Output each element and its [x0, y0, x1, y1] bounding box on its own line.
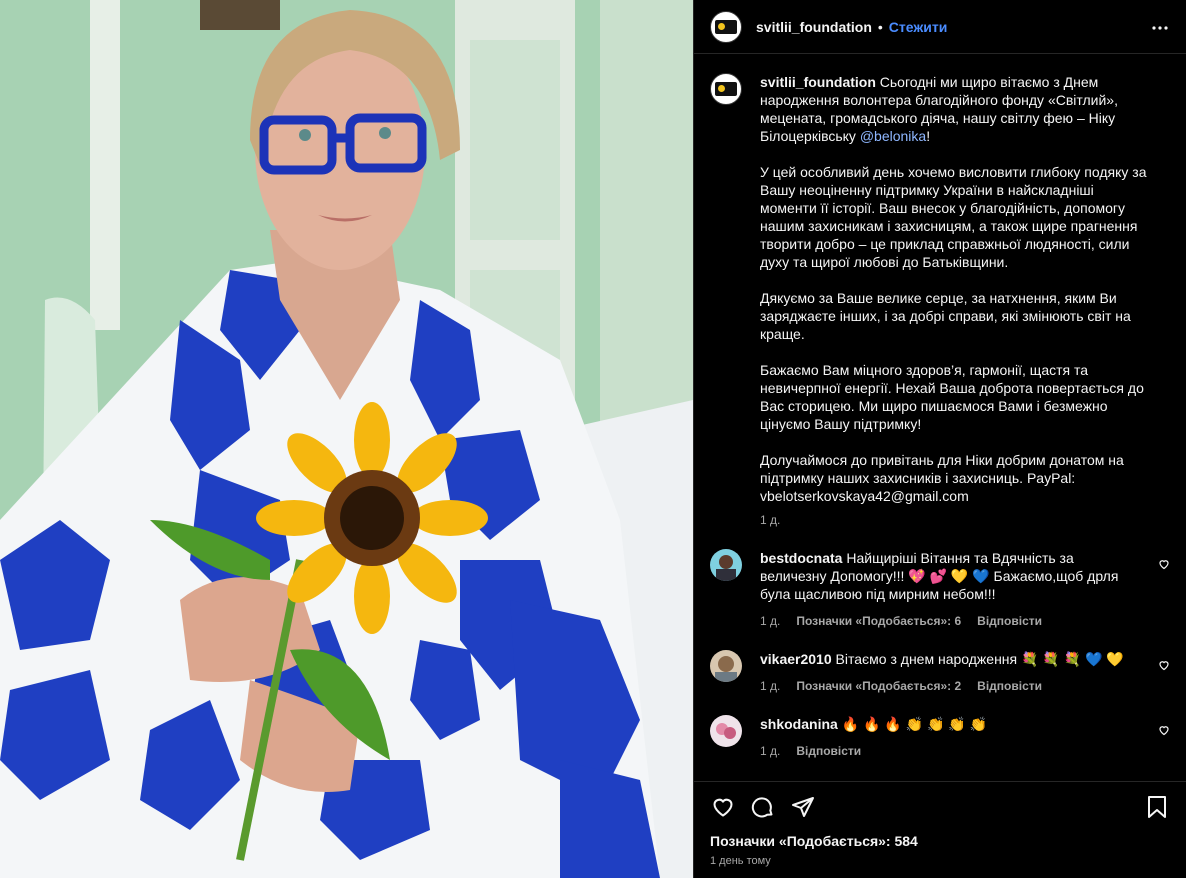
comment-item: bestdocnata Найщиріші Вітання та Вдячніс…	[710, 549, 1170, 628]
commenter-username[interactable]: vikaer2010	[760, 651, 832, 667]
comment-text: bestdocnata Найщиріші Вітання та Вдячніс…	[760, 549, 1140, 603]
comment-item: vikaer2010 Вітаємо з днем народження 💐 💐…	[710, 650, 1170, 693]
comment-meta: 1 д. Відповісти	[760, 744, 1140, 758]
author-username[interactable]: svitlii_foundation	[756, 19, 872, 35]
comment-like-heart-icon[interactable]	[1158, 658, 1170, 671]
author-avatar[interactable]	[710, 10, 742, 43]
comment-reply-button[interactable]: Відповісти	[796, 744, 861, 758]
comment-bubble-icon[interactable]	[750, 794, 776, 820]
comment-text: shkodanina 🔥 🔥 🔥 👏 👏 👏 👏	[760, 715, 1140, 733]
comment-body: shkodanina 🔥 🔥 🔥 👏 👏 👏 👏 1 д. Відповісти	[760, 715, 1140, 758]
comment-time[interactable]: 1 д.	[760, 679, 780, 693]
separator-dot: •	[877, 18, 883, 35]
post-header: svitlii_foundation • Стежити	[694, 0, 1186, 54]
comment-reply-button[interactable]: Відповісти	[977, 614, 1042, 628]
post-date[interactable]: 1 день тому	[710, 855, 1170, 867]
post-side-panel: svitlii_foundation • Стежити svitlii_fou…	[693, 0, 1186, 878]
comment-reply-button[interactable]: Відповісти	[977, 679, 1042, 693]
comment-content: 🔥 🔥 🔥 👏 👏 👏 👏	[837, 716, 988, 732]
comment-likes[interactable]: Позначки «Подобається»: 2	[796, 679, 961, 693]
comment-text: vikaer2010 Вітаємо з днем народження 💐 💐…	[760, 650, 1140, 668]
commenter-username[interactable]: bestdocnata	[760, 550, 842, 566]
foundation-logo-icon	[715, 82, 737, 96]
heart-outline-icon[interactable]	[710, 794, 736, 820]
foundation-logo-icon	[715, 19, 737, 34]
comment-like-heart-icon[interactable]	[1158, 557, 1170, 570]
commenter-username[interactable]: shkodanina	[760, 716, 838, 732]
caption-time[interactable]: 1 д.	[760, 513, 1148, 527]
post-photo-illustration	[0, 0, 693, 878]
commenter-avatar[interactable]	[710, 549, 742, 581]
instagram-post: svitlii_foundation • Стежити svitlii_fou…	[0, 0, 1186, 878]
caption: svitlii_foundation Сьогодні ми щиро віта…	[710, 73, 1170, 527]
comment-likes[interactable]: Позначки «Подобається»: 6	[796, 614, 961, 628]
post-likes-count[interactable]: Позначки «Подобається»: 584	[710, 833, 1170, 849]
caption-body: svitlii_foundation Сьогодні ми щиро віта…	[760, 73, 1148, 527]
follow-button[interactable]: Стежити	[889, 19, 948, 35]
comment-time[interactable]: 1 д.	[760, 614, 780, 628]
comment-body: bestdocnata Найщиріші Вітання та Вдячніс…	[760, 549, 1140, 628]
post-actions: Позначки «Подобається»: 584 1 день тому	[694, 781, 1186, 878]
caption-username[interactable]: svitlii_foundation	[760, 74, 876, 90]
post-photo[interactable]	[0, 0, 693, 878]
comments-scroll-area[interactable]: svitlii_foundation Сьогодні ми щиро віта…	[694, 55, 1186, 781]
action-icons-row	[710, 794, 1170, 820]
comment-like-heart-icon[interactable]	[1158, 723, 1170, 736]
comment-meta: 1 д. Позначки «Подобається»: 2 Відповіст…	[760, 679, 1140, 693]
caption-mention[interactable]: @belonika	[860, 128, 926, 144]
comment-time[interactable]: 1 д.	[760, 744, 780, 758]
paper-plane-icon[interactable]	[790, 794, 816, 820]
comment-content: Вітаємо з днем народження 💐 💐 💐 💙 💛	[831, 651, 1124, 667]
commenter-avatar[interactable]	[710, 650, 742, 682]
more-horizontal-icon[interactable]	[1148, 16, 1172, 40]
comment-meta: 1 д. Позначки «Подобається»: 6 Відповіст…	[760, 614, 1140, 628]
caption-author-avatar[interactable]	[710, 73, 742, 105]
commenter-avatar[interactable]	[710, 715, 742, 747]
comment-body: vikaer2010 Вітаємо з днем народження 💐 💐…	[760, 650, 1140, 693]
caption-text: svitlii_foundation Сьогодні ми щиро віта…	[760, 73, 1148, 505]
caption-text-part-2: ! У цей особливий день хочемо висловити …	[760, 128, 1147, 504]
comment-item: shkodanina 🔥 🔥 🔥 👏 👏 👏 👏 1 д. Відповісти	[710, 715, 1170, 758]
bookmark-icon[interactable]	[1144, 794, 1170, 820]
